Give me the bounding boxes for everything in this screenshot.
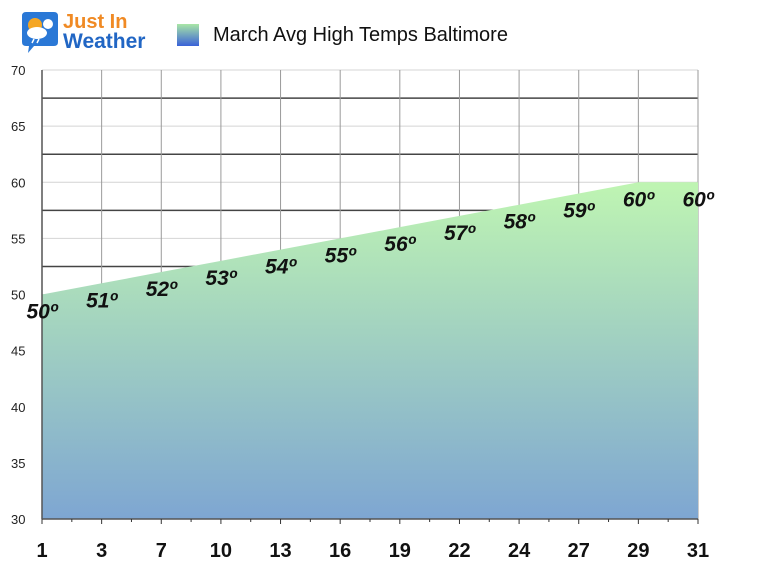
y-tick-label: 55 [11, 231, 25, 246]
area-chart: 303540455055606570 1 3 7 10 13 16 19 22 24 27 29 31… [11, 63, 715, 562]
data-label: 55º [325, 244, 357, 267]
data-label: 50º [26, 301, 58, 324]
x-tick-label: 29 [627, 540, 649, 562]
x-tick-label: 31 [687, 540, 709, 562]
y-tick-label: 60 [11, 175, 25, 190]
x-tick-label: 3 [96, 540, 107, 562]
y-tick-label: 35 [11, 456, 25, 471]
data-label: 52º [146, 278, 178, 301]
x-tick-label: 27 [568, 540, 590, 562]
x-tick-label: 10 [210, 540, 232, 562]
data-label: 56º [384, 233, 416, 256]
x-tick-label: 22 [448, 540, 470, 562]
x-tick-label: 7 [156, 540, 167, 562]
data-label: 59º [563, 199, 595, 222]
area-series [42, 182, 698, 519]
y-tick-label: 30 [11, 512, 25, 527]
x-axis-ticks: 1 3 7 10 13 16 19 22 24 27 29 31 [36, 540, 709, 562]
x-tick-label: 1 [36, 540, 47, 562]
y-axis-ticks: 30 35 40 45 50 55 60 65 70 [11, 63, 25, 527]
data-label: 57º [444, 222, 476, 245]
y-tick-label: 65 [11, 119, 25, 134]
data-label: 58º [504, 211, 536, 234]
y-tick-label: 45 [11, 344, 25, 359]
x-tick-label: 16 [329, 540, 351, 562]
y-tick-label: 50 [11, 288, 25, 303]
y-tick-label: 40 [11, 400, 25, 415]
x-tick-label: 19 [389, 540, 411, 562]
data-label: 51º [86, 289, 118, 312]
data-label: 60º [682, 188, 714, 211]
y-tick-label: 70 [11, 63, 25, 78]
x-tick-label: 24 [508, 540, 531, 562]
data-label: 60º [623, 188, 655, 211]
x-tick-label: 13 [269, 540, 291, 562]
data-label: 54º [265, 256, 297, 279]
data-label: 53º [205, 267, 237, 290]
